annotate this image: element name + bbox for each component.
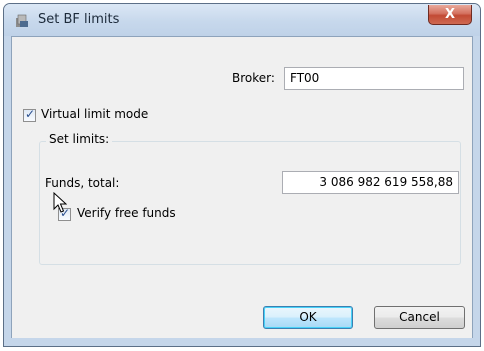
broker-field[interactable]: FT00 (284, 67, 464, 90)
virtual-limit-checkbox[interactable]: ✓ (23, 107, 36, 122)
close-button[interactable]: X (428, 5, 472, 25)
verify-free-funds-label: Verify free funds (77, 206, 176, 220)
checkmark-icon: ✓ (25, 107, 36, 121)
window-bottom-frame (4, 338, 480, 346)
set-limits-group-label: Set limits: (46, 132, 113, 146)
set-limits-group (39, 141, 461, 265)
funds-total-label: Funds, total: (45, 176, 120, 190)
close-icon: X (444, 7, 456, 22)
mouse-cursor-icon (53, 192, 67, 213)
broker-label: Broker: (232, 71, 275, 85)
ok-button[interactable]: OK (263, 306, 353, 329)
title-bar[interactable]: Set BF limits X (4, 4, 480, 36)
cancel-button[interactable]: Cancel (374, 306, 465, 329)
virtual-limit-label: Virtual limit mode (41, 107, 149, 121)
dialog-body: Broker: FT00 ✓ Virtual limit mode Set li… (11, 36, 473, 340)
funds-total-field[interactable]: 3 086 982 619 558,88 (282, 171, 459, 194)
window-title: Set BF limits (38, 12, 120, 27)
app-icon (16, 14, 28, 27)
dialog-window: Set BF limits X Broker: FT00 ✓ Virtual l… (3, 3, 481, 347)
